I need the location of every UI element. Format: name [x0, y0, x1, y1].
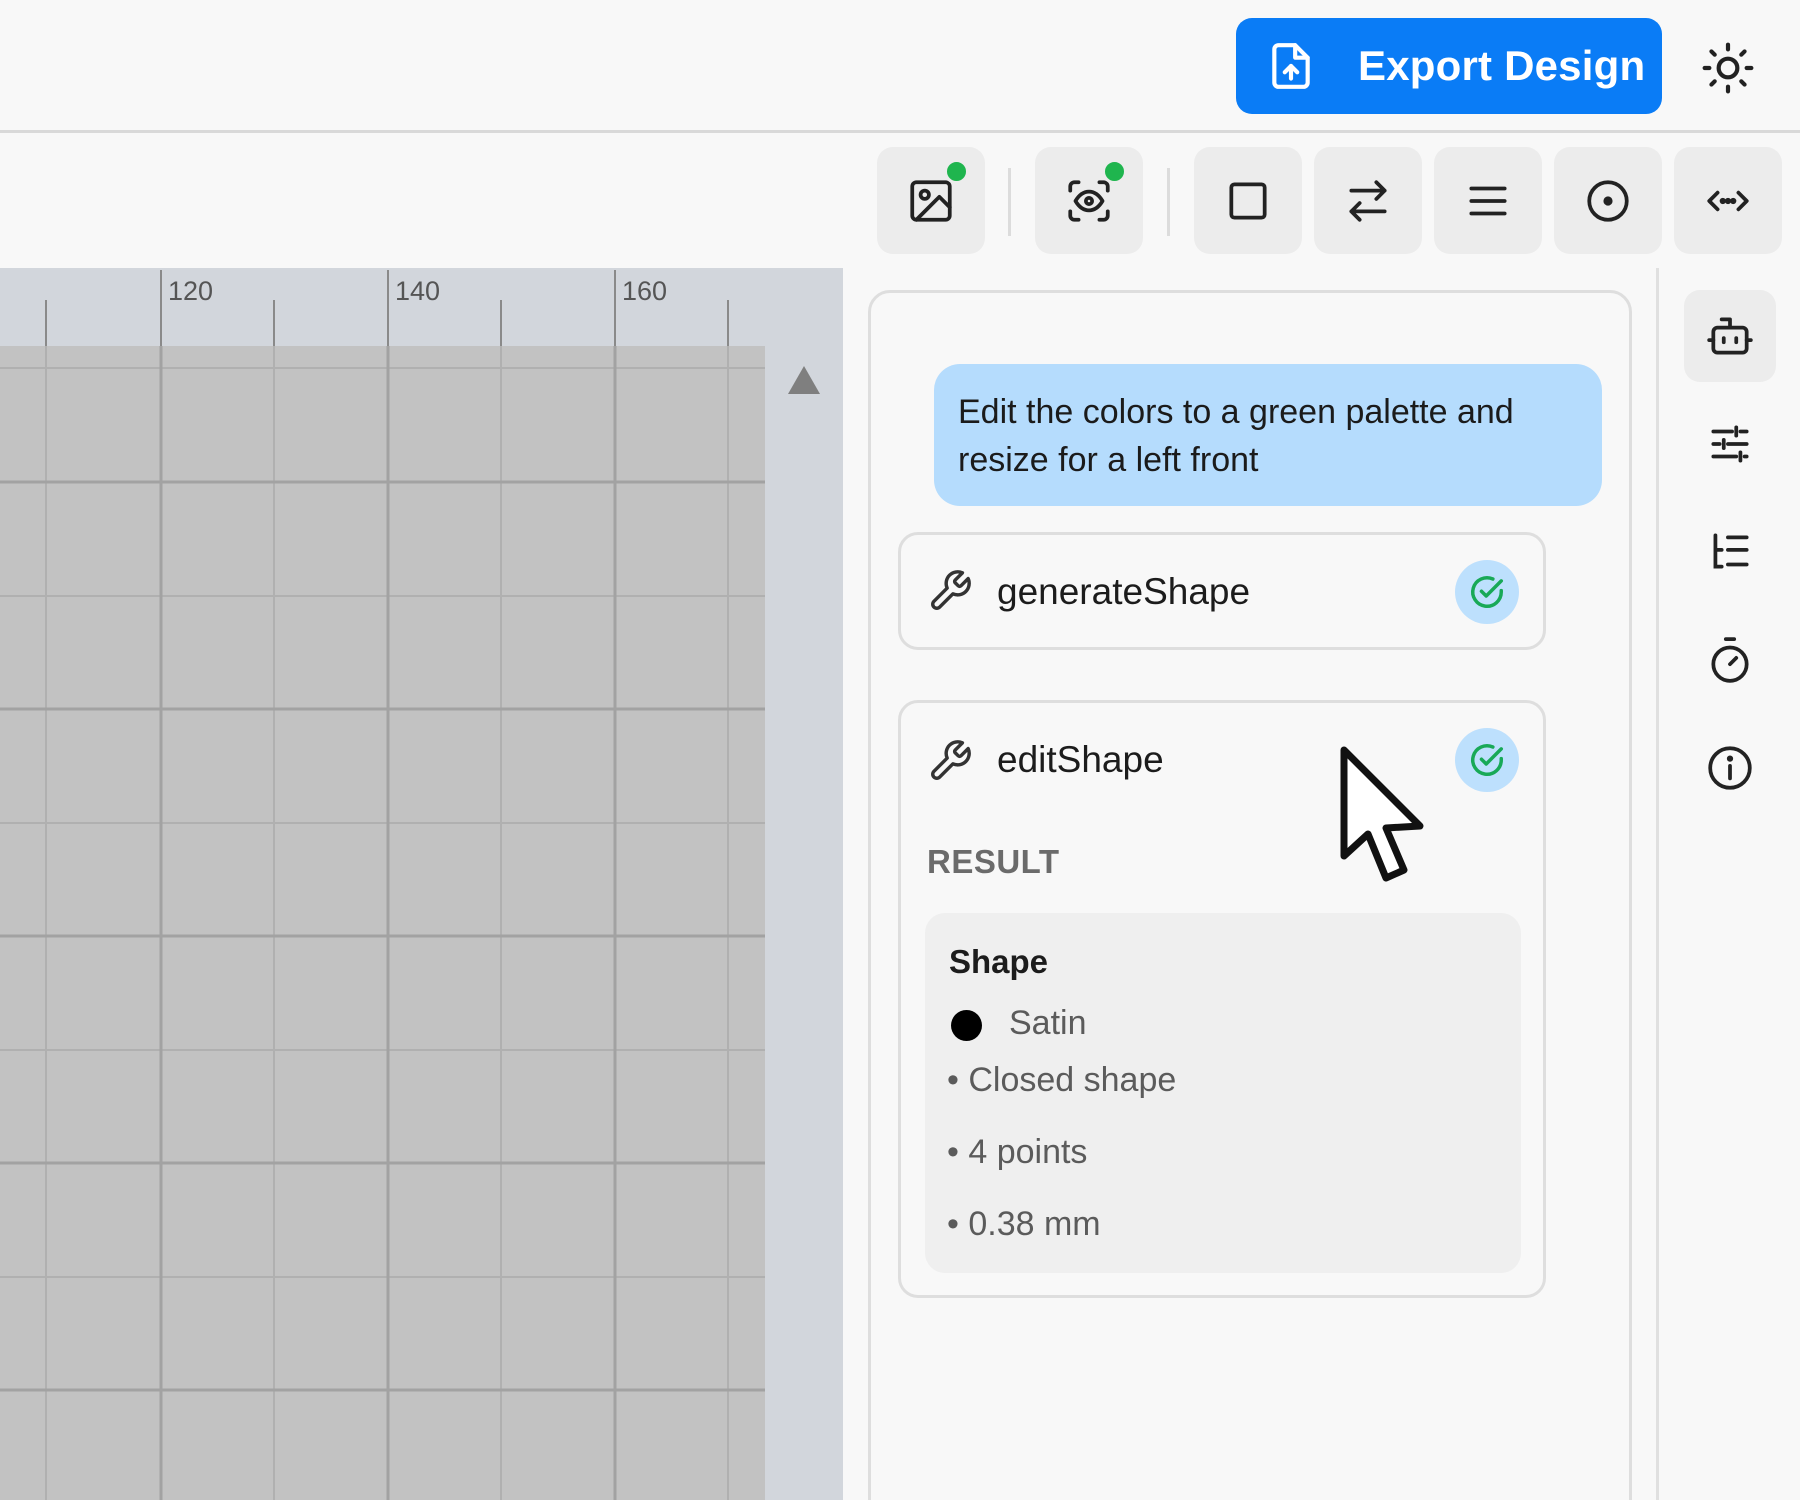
wrench-icon [931, 570, 971, 610]
stopwatch-icon [1711, 637, 1749, 683]
result-item: • 0.38 mm [947, 1205, 1101, 1243]
theme-toggle-sun-icon[interactable] [1700, 40, 1756, 96]
swap-button[interactable] [1314, 147, 1422, 254]
swap-arrows-icon [1349, 179, 1387, 222]
shape-tool-button[interactable] [1194, 147, 1302, 254]
ruler-label: 140 [395, 276, 441, 306]
robot-icon [1707, 317, 1753, 355]
scroll-up-arrow-icon[interactable] [784, 362, 824, 398]
ruler-label: 120 [168, 276, 214, 306]
result-box: Shape Satin • Closed shape • 4 points • … [925, 913, 1521, 1273]
export-design-button[interactable]: Export Design [1236, 18, 1662, 114]
eye-scan-icon [1068, 179, 1110, 222]
mouse-pointer-icon [1340, 746, 1424, 882]
wrench-icon [931, 740, 971, 780]
tool-call-card-generate-shape[interactable]: generateShape [898, 532, 1546, 650]
menu-button[interactable] [1434, 147, 1542, 254]
stitch-color-swatch [951, 1010, 982, 1041]
stitch-type: Satin [1009, 1004, 1087, 1042]
tool-name: generateShape [997, 571, 1251, 612]
preview-mode-button[interactable] [1035, 147, 1143, 254]
menu-lines-icon [1469, 186, 1507, 215]
canvas-grid[interactable] [0, 346, 765, 1500]
horizontal-ruler: 120 140 160 [0, 268, 843, 346]
success-check-badge [1455, 560, 1519, 624]
check-circle-icon [1471, 576, 1503, 608]
toolbar-divider [1008, 168, 1011, 236]
target-circle-icon [1587, 179, 1629, 222]
user-message-bubble: Edit the colors to a green palette and r… [934, 364, 1602, 506]
adjustments-tab-button[interactable] [1684, 398, 1776, 490]
image-mode-button[interactable] [877, 147, 985, 254]
square-icon [1229, 181, 1267, 220]
status-dot [944, 159, 969, 184]
success-check-badge [1455, 728, 1519, 792]
grid-lines [0, 346, 765, 1500]
status-dot [1102, 159, 1127, 184]
info-icon [1708, 746, 1752, 790]
tool-name: editShape [997, 739, 1164, 780]
design-canvas[interactable]: 120 140 160 [0, 268, 843, 1500]
tool-call-card-edit-shape[interactable]: editShape RESULT Shape Satin • Closed sh… [898, 700, 1546, 1298]
result-item: • Closed shape [947, 1061, 1177, 1099]
info-tab-button[interactable] [1684, 722, 1776, 814]
check-circle-icon [1471, 744, 1503, 776]
timer-tab-button[interactable] [1684, 614, 1776, 706]
target-button[interactable] [1554, 147, 1662, 254]
result-item: • 4 points [947, 1133, 1088, 1171]
export-design-label: Export Design [1358, 42, 1646, 89]
assistant-tab-button[interactable] [1684, 290, 1776, 382]
toolbar-divider [1167, 168, 1170, 236]
code-arrows-icon [1707, 190, 1749, 211]
image-icon [910, 179, 952, 222]
code-view-button[interactable] [1674, 147, 1782, 254]
tree-list-icon [1713, 533, 1749, 569]
result-title: Shape [949, 943, 1049, 980]
ruler-label: 160 [622, 276, 668, 306]
layers-tab-button[interactable] [1684, 506, 1776, 598]
sliders-icon [1711, 425, 1749, 463]
file-upload-icon [1272, 43, 1310, 89]
result-label: RESULT [927, 843, 1060, 880]
